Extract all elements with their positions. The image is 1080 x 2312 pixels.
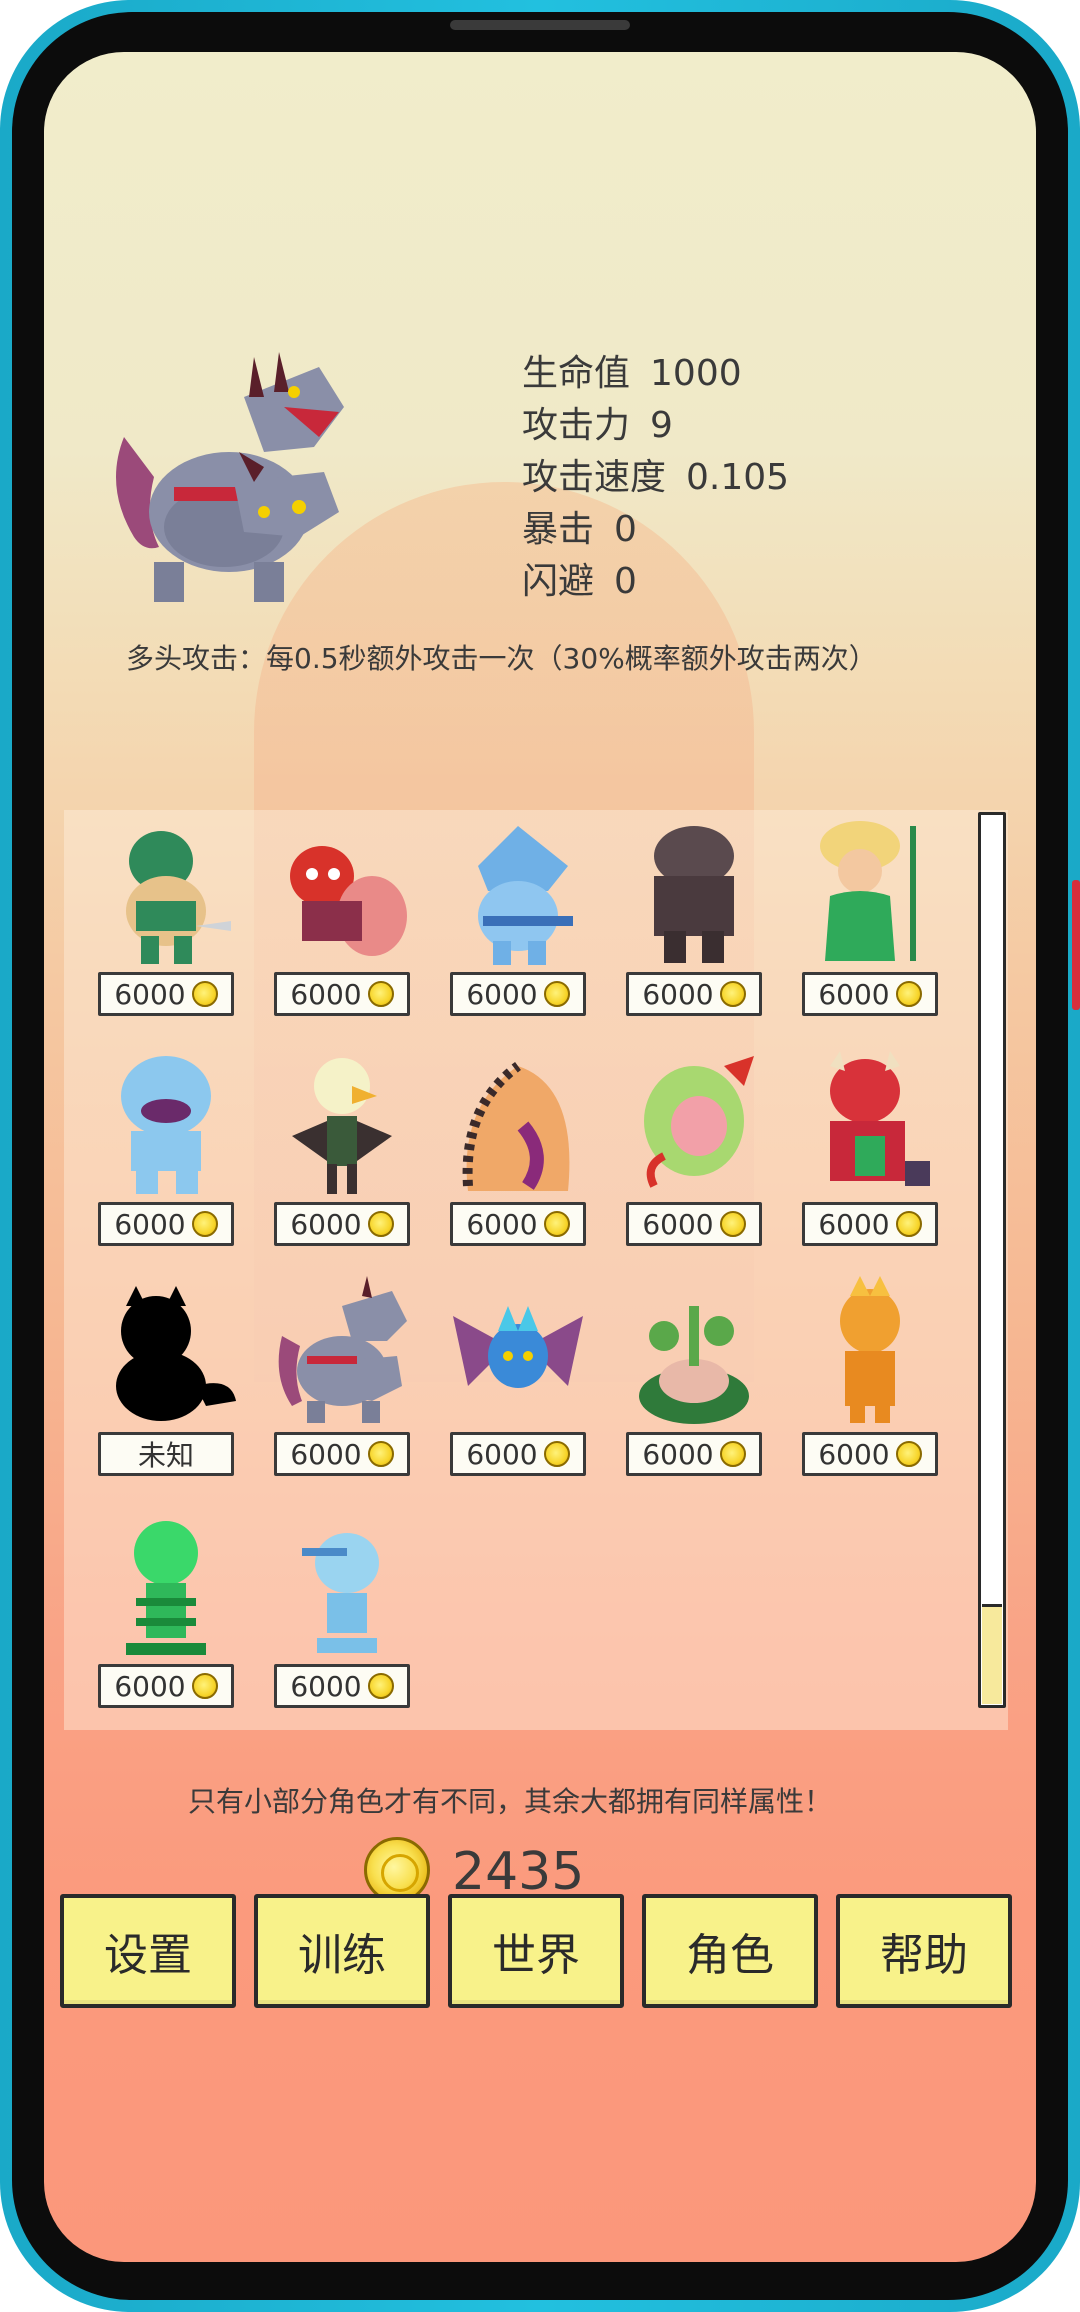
coin-icon: [191, 1673, 218, 1699]
coin-icon: [191, 981, 218, 1007]
character-card[interactable]: 6000: [800, 816, 940, 1016]
price-tag: 6000: [274, 1202, 410, 1246]
price-tag: 6000: [450, 1432, 586, 1476]
coin-icon: [367, 1211, 394, 1237]
character-card[interactable]: 6000: [96, 816, 236, 1016]
character-button[interactable]: 角色: [642, 1894, 818, 2008]
settings-button[interactable]: 设置: [60, 1894, 236, 2008]
character-sprite: [292, 1058, 392, 1194]
price-tag: 6000: [450, 1202, 586, 1246]
price-tag: 6000: [450, 972, 586, 1016]
price-tag: 6000: [98, 1664, 234, 1708]
character-sprite: [453, 1306, 583, 1388]
coin-icon: [367, 1673, 394, 1699]
coin-icon: [719, 981, 746, 1007]
info-text: 只有小部分角色才有不同，其余大都拥有同样属性！: [188, 1785, 833, 1818]
skill-description: 多头攻击：每0.5秒额外攻击一次（30%概率额外攻击两次）: [126, 642, 877, 675]
character-sprite: [126, 1521, 206, 1655]
price-tag: 未知: [98, 1432, 234, 1476]
stat-attack: 攻击力 9: [522, 405, 673, 446]
coin-icon: [543, 1211, 570, 1237]
character-card[interactable]: 6000: [272, 1046, 412, 1246]
price-tag: 6000: [274, 972, 410, 1016]
character-card[interactable]: 6000: [272, 1276, 412, 1476]
character-sprite: [830, 1051, 930, 1186]
character-card[interactable]: 6000: [272, 1508, 412, 1708]
coin-icon: [367, 1441, 394, 1467]
price-tag: 6000: [626, 1202, 762, 1246]
coin-count: 2435: [452, 1842, 585, 1902]
coin-icon: [719, 1211, 746, 1237]
character-sprite: [121, 1056, 211, 1194]
coin-icon: [543, 1441, 570, 1467]
character-sprite: [840, 1276, 900, 1423]
character-sprite: [820, 821, 916, 961]
character-sprite: [478, 826, 573, 965]
price-tag: 6000: [802, 1202, 938, 1246]
training-button[interactable]: 训练: [254, 1894, 430, 2008]
price-tag: 6000: [802, 972, 938, 1016]
character-card[interactable]: 6000: [272, 816, 412, 1016]
character-sprite: [126, 831, 231, 964]
hero-dragon-sprite: [116, 352, 344, 602]
character-card[interactable]: 6000: [624, 1046, 764, 1246]
scrollbar-track[interactable]: [978, 812, 1006, 1708]
character-card[interactable]: 6000: [448, 1276, 588, 1476]
price-tag: 6000: [98, 1202, 234, 1246]
price-tag: 6000: [98, 972, 234, 1016]
coin-icon: [895, 1211, 922, 1237]
stat-crit: 暴击 0: [522, 509, 637, 550]
character-card[interactable]: 6000: [448, 816, 588, 1016]
stat-hp: 生命值 1000: [522, 353, 742, 394]
scrollbar-thumb[interactable]: [982, 1604, 1002, 1704]
game-screen: 生命值 1000 攻击力 9 攻击速度 0.105 暴击 0 闪避 0 多头攻击：每0.5…: [44, 52, 1036, 2262]
price-tag: 6000: [274, 1664, 410, 1708]
world-button[interactable]: 世界: [448, 1894, 624, 2008]
price-tag: 6000: [802, 1432, 938, 1476]
hero-stats: 生命值 1000 攻击力 9 攻击速度 0.105 暴击 0 闪避 0: [522, 348, 789, 608]
character-sprite: [290, 846, 407, 956]
silhouette-sprite: [116, 1286, 236, 1421]
stat-attack-speed: 攻击速度 0.105: [522, 457, 790, 498]
character-card[interactable]: 6000: [448, 1046, 588, 1246]
character-card[interactable]: 6000: [800, 1046, 940, 1246]
price-tag: 6000: [626, 972, 762, 1016]
power-button: [1072, 880, 1080, 1010]
character-card-locked[interactable]: 未知: [96, 1276, 236, 1476]
character-card[interactable]: 6000: [624, 1276, 764, 1476]
earpiece: [450, 20, 630, 30]
character-card[interactable]: 6000: [96, 1046, 236, 1246]
coin-icon: [895, 1441, 922, 1467]
coin-icon: [543, 981, 570, 1007]
character-sprite: [644, 1056, 754, 1188]
character-sprite: [639, 1306, 749, 1424]
volume-button: [1072, 500, 1080, 680]
coin-icon: [719, 1441, 746, 1467]
coin-icon: [191, 1211, 218, 1237]
character-sprite: [654, 826, 734, 963]
stat-dodge: 闪避 0: [522, 561, 637, 602]
character-card[interactable]: 6000: [800, 1276, 940, 1476]
character-sprite: [278, 1276, 407, 1423]
price-tag: 6000: [274, 1432, 410, 1476]
help-button[interactable]: 帮助: [836, 1894, 1012, 2008]
coin-icon: [367, 981, 394, 1007]
character-card[interactable]: 6000: [96, 1508, 236, 1708]
character-sprite: [302, 1533, 379, 1653]
coin-icon: [895, 981, 922, 1007]
price-tag: 6000: [626, 1432, 762, 1476]
character-card[interactable]: 6000: [624, 816, 764, 1016]
character-sprite: [462, 1061, 570, 1191]
